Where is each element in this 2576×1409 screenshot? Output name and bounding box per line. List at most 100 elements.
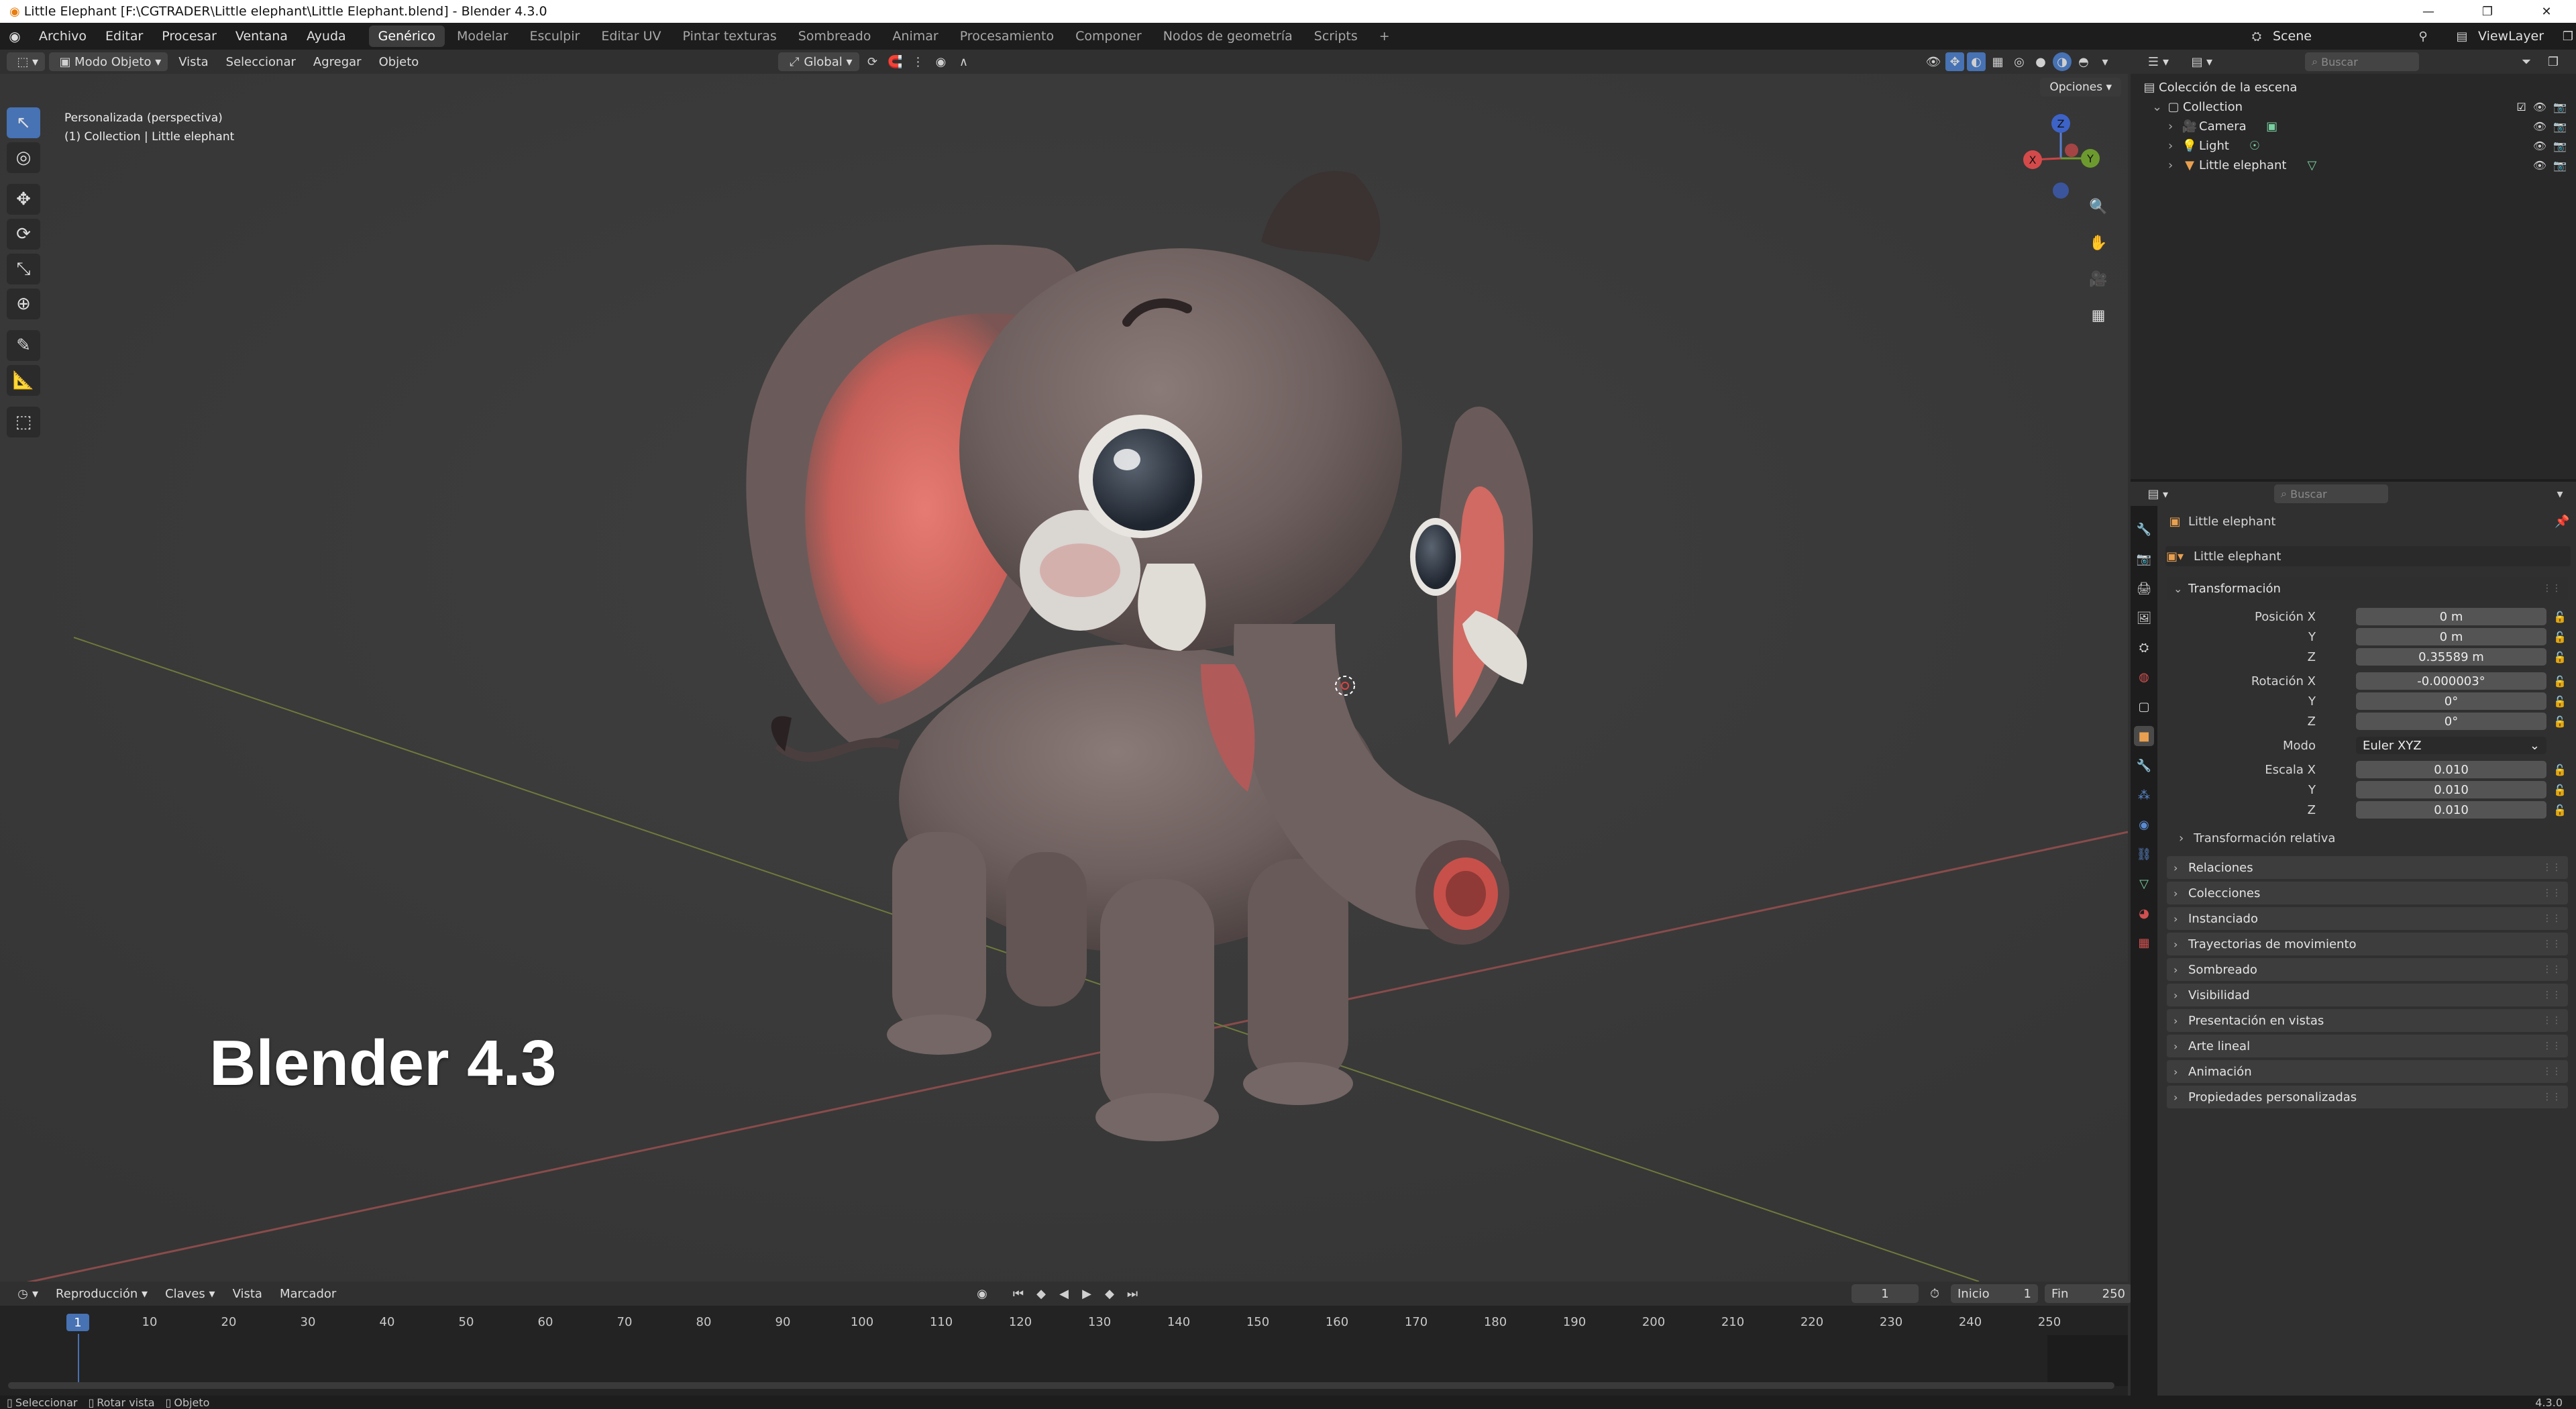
drag-grip-icon[interactable]: ⋮⋮ — [2542, 939, 2561, 949]
menu-archivo[interactable]: Archivo — [30, 23, 96, 50]
options-dropdown[interactable]: Opciones ▾ — [2040, 78, 2121, 97]
panel-propiedades-personalizadas[interactable]: › Propiedades personalizadas ⋮⋮ — [2167, 1086, 2568, 1108]
close-button[interactable]: ✕ — [2517, 0, 2576, 23]
location-z-field[interactable]: 0.35589 m — [2356, 648, 2546, 666]
drag-grip-icon[interactable]: ⋮⋮ — [2542, 1015, 2561, 1026]
frame-ruler[interactable]: 1 10 20 30 40 50 60 70 80 90 100 110 120… — [0, 1312, 2128, 1335]
tab-esculpir[interactable]: Esculpir — [521, 25, 590, 47]
tab-generico[interactable]: Genérico — [368, 25, 445, 47]
auto-keying-icon[interactable]: ◉ — [973, 1284, 991, 1303]
outliner-editor-type[interactable]: ☰ ▾ — [2137, 52, 2176, 71]
object-datablock-field[interactable]: ▣▾ Little elephant — [2165, 546, 2571, 566]
transform-tool-icon[interactable]: ⊕ — [7, 289, 40, 319]
wireframe-shading-icon[interactable]: ◎ — [2010, 52, 2029, 71]
camera-render-icon[interactable]: 📷 — [2553, 159, 2567, 172]
menu-ayuda[interactable]: Ayuda — [297, 23, 356, 50]
lock-icon[interactable]: 🔓 — [2553, 784, 2567, 796]
current-frame-indicator[interactable]: 1 — [66, 1314, 89, 1331]
new-view-layer-icon[interactable]: ❐ — [2559, 27, 2576, 46]
lock-icon[interactable]: 🔓 — [2553, 675, 2567, 688]
3d-viewport[interactable]: ↖ ◎ ✥ ⟳ ⤡ ⊕ ✎ 📐 ⬚ Personalizada (perspec… — [0, 74, 2128, 1282]
navigation-gizmo[interactable]: Z Y X — [2021, 111, 2101, 199]
shading-options-icon[interactable]: ▾ — [2096, 52, 2114, 71]
outliner-search-input[interactable]: ⌕ Buscar — [2305, 52, 2420, 71]
rendered-shading-icon[interactable]: ◓ — [2074, 52, 2093, 71]
eye-icon[interactable]: 👁 — [2533, 140, 2546, 152]
rotation-x-field[interactable]: -0.000003° — [2356, 672, 2546, 690]
scale-x-field[interactable]: 0.010 — [2356, 761, 2546, 778]
tab-pintar-texturas[interactable]: Pintar texturas — [674, 25, 786, 47]
proportional-edit-icon[interactable]: ◉ — [932, 52, 951, 71]
rotation-z-field[interactable]: 0° — [2356, 713, 2546, 730]
panel-sombreado[interactable]: › Sombreado ⋮⋮ — [2167, 958, 2568, 981]
menu-claves[interactable]: Claves ▾ — [158, 1284, 221, 1303]
tab-modelar[interactable]: Modelar — [447, 25, 518, 47]
collection-tab-icon[interactable]: ▢ — [2134, 696, 2154, 717]
pin-icon[interactable]: 📌 — [2555, 515, 2569, 529]
outliner-item-little-elephant[interactable]: › ▼ Little elephant ▽ 👁 📷 — [2131, 156, 2576, 175]
move-tool-icon[interactable]: ✥ — [7, 184, 40, 215]
particles-tab-icon[interactable]: ⁂ — [2134, 785, 2154, 805]
panel-relaciones[interactable]: › Relaciones ⋮⋮ — [2167, 856, 2568, 879]
menu-marcador[interactable]: Marcador — [273, 1284, 343, 1303]
select-box-tool-icon[interactable]: ↖ — [7, 107, 40, 138]
drag-grip-icon[interactable]: ⋮⋮ — [2542, 1066, 2561, 1077]
lock-icon[interactable]: 🔓 — [2553, 631, 2567, 643]
current-frame-field[interactable]: 1 — [1851, 1284, 1919, 1303]
tab-animar[interactable]: Animar — [883, 25, 947, 47]
checkbox-icon[interactable]: ☑ — [2516, 101, 2526, 113]
pan-hand-icon[interactable]: ✋ — [2085, 229, 2112, 256]
snap-icon[interactable]: 🧲 — [886, 52, 905, 71]
lock-icon[interactable]: 🔓 — [2553, 695, 2567, 708]
transform-panel-header[interactable]: ⌄ Transformación ⋮⋮ — [2167, 577, 2568, 600]
camera-view-icon[interactable]: 🎥 — [2085, 266, 2112, 293]
menu-procesar[interactable]: Procesar — [152, 23, 226, 50]
jump-start-icon[interactable]: ⏮ — [1009, 1284, 1028, 1303]
expand-chevron-icon[interactable]: ⌄ — [2152, 100, 2164, 114]
editor-type-button[interactable]: ⬚ ▾ — [7, 52, 46, 71]
tab-scripts[interactable]: Scripts — [1305, 25, 1367, 47]
annotate-tool-icon[interactable]: ✎ — [7, 330, 40, 361]
rotation-y-field[interactable]: 0° — [2356, 692, 2546, 710]
view-layer-name[interactable]: ViewLayer — [2478, 29, 2552, 44]
constraints-tab-icon[interactable]: ⛓ — [2134, 844, 2154, 864]
lock-icon[interactable]: 🔓 — [2553, 651, 2567, 664]
falloff-icon[interactable]: ∧ — [955, 52, 973, 71]
physics-tab-icon[interactable]: ◉ — [2134, 815, 2154, 835]
tab-sombreado[interactable]: Sombreado — [789, 25, 881, 47]
panel-instanciado[interactable]: › Instanciado ⋮⋮ — [2167, 907, 2568, 930]
drag-grip-icon[interactable]: ⋮⋮ — [2542, 913, 2561, 924]
drag-grip-icon[interactable]: ⋮⋮ — [2542, 964, 2561, 975]
eye-icon[interactable]: 👁 — [2533, 120, 2546, 133]
scene-tab-icon[interactable]: ⛭ — [2134, 637, 2154, 658]
world-tab-icon[interactable]: ◍ — [2134, 667, 2154, 687]
scene-icon[interactable]: ⛭ — [2247, 27, 2266, 46]
tab-componer[interactable]: Componer — [1066, 25, 1151, 47]
frame-start-field[interactable]: Inicio 1 — [1951, 1284, 2038, 1303]
expand-chevron-icon[interactable]: › — [2168, 139, 2180, 153]
expand-chevron-icon[interactable]: › — [2168, 119, 2180, 134]
pivot-icon[interactable]: ⟳ — [863, 52, 882, 71]
camera-render-icon[interactable]: 📷 — [2553, 120, 2567, 133]
render-tab-icon[interactable]: 📷 — [2134, 549, 2154, 569]
maximize-button[interactable]: ❐ — [2458, 0, 2517, 23]
pin-icon[interactable]: ⚲ — [2414, 27, 2432, 46]
zoom-icon[interactable]: 🔍 — [2085, 193, 2112, 220]
menu-agregar[interactable]: Agregar — [307, 52, 368, 71]
modifier-tab-icon[interactable]: 🔧 — [2134, 755, 2154, 776]
mode-dropdown[interactable]: ▣ Modo Objeto ▾ — [49, 52, 168, 71]
cursor-tool-icon[interactable]: ◎ — [7, 142, 40, 173]
filter-icon[interactable]: ⏷ — [2517, 52, 2536, 71]
menu-vista-timeline[interactable]: Vista — [226, 1284, 269, 1303]
tab-editar-uv[interactable]: Editar UV — [592, 25, 670, 47]
lock-icon[interactable]: 🔓 — [2553, 611, 2567, 623]
lock-icon[interactable]: 🔓 — [2553, 715, 2567, 728]
panel-arte-lineal[interactable]: › Arte lineal ⋮⋮ — [2167, 1035, 2568, 1057]
drag-grip-icon[interactable]: ⋮⋮ — [2542, 1041, 2561, 1051]
panel-visibilidad[interactable]: › Visibilidad ⋮⋮ — [2167, 984, 2568, 1006]
properties-options-icon[interactable]: ▾ — [2551, 484, 2569, 503]
visibility-icon[interactable]: 👁 — [1924, 52, 1943, 71]
blender-menu-icon[interactable]: ◉ — [0, 28, 30, 44]
drag-grip-icon[interactable]: ⋮⋮ — [2542, 990, 2561, 1000]
rotate-tool-icon[interactable]: ⟳ — [7, 219, 40, 250]
